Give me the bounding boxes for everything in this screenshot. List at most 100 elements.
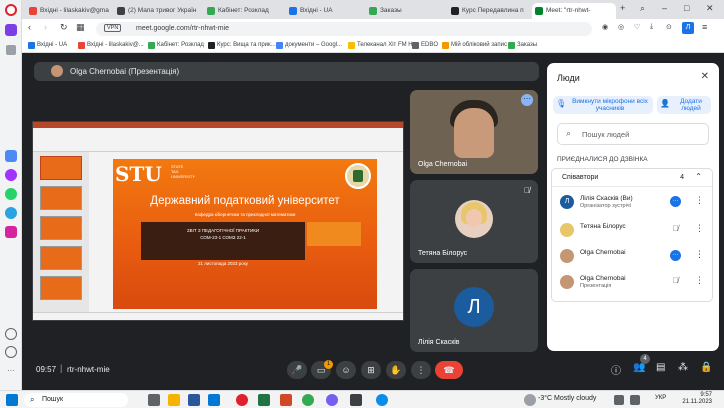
participant-tile-tetiana[interactable]: 🎙̸ Тетяна Білорус <box>410 180 538 263</box>
task-view-icon[interactable] <box>148 394 160 406</box>
mute-all-button[interactable]: 🎙 Вимкнути мікрофони всіх учасників <box>553 96 653 114</box>
participant-row[interactable]: Тетяна Білорус 🎙̸ ⋮ <box>552 219 712 245</box>
tab-alert-map[interactable]: (2) Мапа тривог Україн <box>114 3 202 19</box>
aria-icon[interactable] <box>5 150 17 162</box>
account-avatar[interactable]: Л <box>682 22 694 34</box>
tab-meet[interactable]: Meet: "rtr-nhwt- <box>532 3 616 19</box>
tile-name: Тетяна Білорус <box>418 250 468 257</box>
participant-row[interactable]: Olga Chernobai ··· ⋮ <box>552 245 712 271</box>
more-icon[interactable]: ··· <box>5 366 17 378</box>
bookmark-orders[interactable]: Заказы <box>508 42 537 49</box>
close-window-button[interactable]: ✕ <box>706 3 714 14</box>
activities-icon[interactable]: ⁂ <box>678 362 688 373</box>
whatsapp-icon[interactable] <box>5 188 17 200</box>
camera-app-icon[interactable] <box>350 394 362 406</box>
host-controls-icon[interactable]: 🔒 <box>700 362 712 373</box>
map-icon <box>117 7 125 15</box>
taskbar-search[interactable]: ⌕ Пошук <box>24 393 128 407</box>
back-icon[interactable]: ‹ <box>28 22 31 32</box>
chevron-up-icon[interactable]: ⌃ <box>695 172 702 181</box>
network-icon[interactable] <box>614 395 624 405</box>
orders-icon <box>369 7 377 15</box>
participant-group: Співавтори 4 ⌃ Л Лілія Скаскiв (Ви) Орга… <box>551 168 713 302</box>
more-options-icon[interactable]: ⋮ <box>695 275 704 286</box>
group-header[interactable]: Співавтори 4 ⌃ <box>552 169 712 187</box>
weather-icon[interactable] <box>524 394 536 406</box>
url-field[interactable]: VPN meet.google.com/rtr-nhwt-mie <box>96 22 592 36</box>
camera-icon[interactable]: ◉ <box>602 23 608 31</box>
participant-row[interactable]: Л Лілія Скаскiв (Ви) Організатор зустріч… <box>552 191 712 217</box>
leave-call-button[interactable]: ☎ <box>435 361 463 379</box>
forward-icon[interactable]: › <box>44 22 47 32</box>
vpn-toggle-icon[interactable]: ⊙ <box>666 23 672 31</box>
speaking-indicator-icon: ··· <box>670 250 681 261</box>
file-explorer-icon[interactable] <box>168 394 180 406</box>
search-people-input[interactable]: ⌕ Пошук людей <box>557 123 709 145</box>
history-icon[interactable] <box>5 328 17 340</box>
add-people-button[interactable]: 👤 Додати людей <box>657 96 711 114</box>
home-icon[interactable] <box>6 45 16 55</box>
tab-schedule[interactable]: Кабінет: Розклад <box>204 3 284 19</box>
powerpoint-icon[interactable] <box>280 394 292 406</box>
tab-orders[interactable]: Заказы <box>366 3 446 19</box>
search-tabs-icon[interactable]: ⌕ <box>640 3 645 14</box>
speed-dial-icon[interactable]: ▦ <box>76 22 85 33</box>
tab-inbox-ua[interactable]: Вхідні - UA <box>286 3 364 19</box>
volume-icon[interactable] <box>630 395 640 405</box>
language-indicator[interactable]: УКР <box>655 395 666 401</box>
chat-icon[interactable]: ▤ <box>656 362 665 373</box>
participant-tile-liliia[interactable]: Л Лілія Скаскiв <box>410 269 538 352</box>
present-button[interactable]: ⊞ <box>361 361 381 379</box>
settings-icon[interactable] <box>5 346 17 358</box>
course-icon <box>208 42 215 49</box>
snapshot-icon[interactable]: ◎ <box>618 23 624 31</box>
heart-icon[interactable]: ♡ <box>634 23 640 31</box>
taskbar-weather[interactable]: -3°C Mostly cloudy <box>538 395 596 402</box>
participant-tile-olga[interactable]: ··· Olga Chernobai <box>410 90 538 174</box>
viber-icon[interactable] <box>326 394 338 406</box>
presentation-stream[interactable]: STU STATE TAX UNIVERSITY Державний подат… <box>32 121 404 321</box>
edge-icon[interactable] <box>376 394 388 406</box>
mail-icon[interactable] <box>208 394 220 406</box>
mic-button[interactable]: 🎤 <box>287 361 307 379</box>
more-options-icon[interactable]: ⋮ <box>695 249 704 260</box>
word-icon[interactable] <box>188 394 200 406</box>
menu-icon[interactable]: ≡ <box>702 22 707 32</box>
more-options-icon[interactable]: ⋮ <box>695 223 704 234</box>
opera-icon[interactable] <box>236 394 248 406</box>
bookmark-account[interactable]: Мій обліковий запис <box>442 42 507 49</box>
tab-course[interactable]: Курс Передавлина п <box>448 3 530 19</box>
workspace-icon[interactable] <box>5 24 17 36</box>
opera-logo-icon[interactable] <box>5 4 17 16</box>
instagram-icon[interactable] <box>5 226 17 238</box>
bookmark-hitfm[interactable]: Телеканал Хіт FM Н... <box>348 42 418 49</box>
mic-off-icon: 🎙̸ <box>672 224 679 233</box>
bookmark-schedule[interactable]: Кабінет: Розклад <box>148 42 204 49</box>
close-icon[interactable]: ✕ <box>701 71 709 82</box>
bookmark-inbox-ua[interactable]: Вхідні - UA <box>28 42 67 49</box>
emoji-button[interactable]: ☺ <box>336 361 356 379</box>
bookmark-docs[interactable]: документи – Googl... <box>276 42 342 49</box>
bookmark-edbo[interactable]: EDBO <box>412 42 438 49</box>
more-options-icon[interactable]: ⋮ <box>695 195 704 206</box>
excel-icon[interactable] <box>258 394 270 406</box>
meeting-info-icon[interactable]: ⓘ <box>611 362 621 377</box>
telegram-icon[interactable] <box>5 207 17 219</box>
reload-icon[interactable]: ↻ <box>60 22 68 33</box>
raise-hand-button[interactable]: ✋ <box>386 361 406 379</box>
vpn-badge[interactable]: VPN <box>104 24 122 32</box>
start-icon[interactable] <box>6 394 18 406</box>
bookmark-course[interactable]: Курс: Вища та прик... <box>208 42 276 49</box>
participant-row[interactable]: Olga Chernobai Презентація 🎙̸ ⋮ <box>552 271 712 297</box>
minimize-button[interactable]: – <box>662 3 667 13</box>
taskbar-clock[interactable]: 9:57 21.11.2023 <box>680 392 712 406</box>
new-tab-button[interactable]: + <box>620 3 625 13</box>
messenger-icon[interactable] <box>5 169 17 181</box>
chrome-icon[interactable] <box>302 394 314 406</box>
tab-gmail[interactable]: Вхідні - lilaskakiv@gma <box>26 3 112 19</box>
bookmarks-bar: Вхідні - UA Вхідні - lilaskakiv@... Кабі… <box>22 38 724 53</box>
more-options-button[interactable]: ⋮ <box>411 361 431 379</box>
bookmark-gmail[interactable]: Вхідні - lilaskakiv@... <box>78 42 144 49</box>
download-icon[interactable]: ⤓ <box>650 23 653 31</box>
maximize-button[interactable]: □ <box>684 3 689 13</box>
